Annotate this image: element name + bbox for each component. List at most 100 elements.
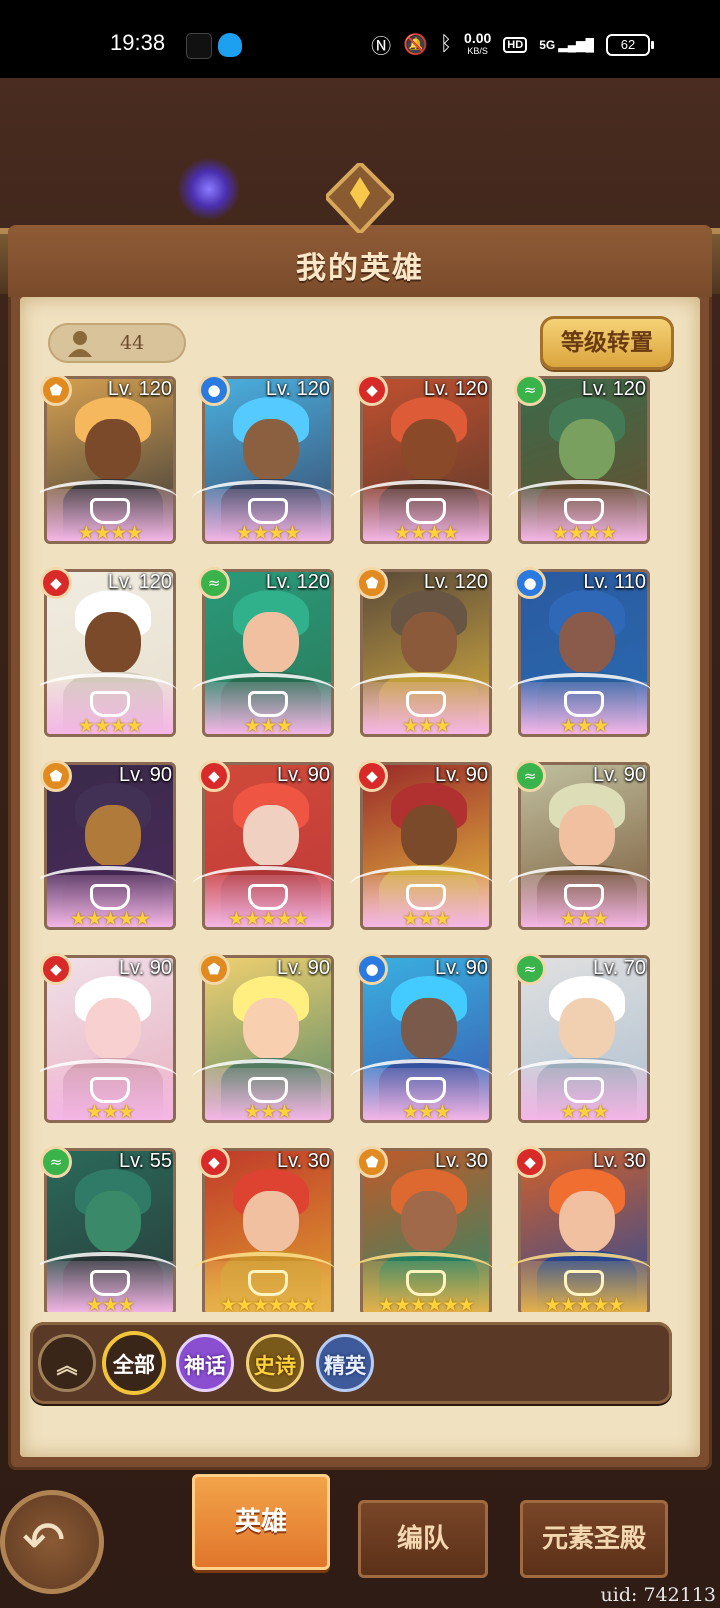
rarity-emblem-icon (564, 1077, 604, 1103)
water-element-icon: ● (514, 567, 546, 599)
rarity-emblem-icon (248, 884, 288, 910)
hero-stars: ★★★★ (551, 522, 617, 544)
hero-stars: ★★★ (559, 1101, 609, 1123)
hero-stars: ★★★★ (77, 522, 143, 544)
hero-stars: ★★★★★ (227, 908, 309, 930)
hero-stars: ★★★ (243, 1101, 293, 1123)
rarity-emblem-icon (90, 1270, 130, 1296)
hero-face (559, 1191, 615, 1253)
hero-level: Lv. 90 (277, 957, 330, 979)
tab-team[interactable]: 编队 (358, 1500, 488, 1578)
hero-card[interactable]: Lv. 90 ⬟ ★★★ (192, 953, 338, 1125)
hero-level: Lv. 120 (107, 378, 172, 400)
wind-element-icon: ≈ (514, 760, 546, 792)
hero-level: Lv. 90 (435, 957, 488, 979)
hero-face (559, 419, 615, 481)
earth-element-icon: ⬟ (198, 953, 230, 985)
hero-count: 44 (48, 323, 186, 363)
hero-level: Lv. 110 (583, 571, 646, 593)
rarity-emblem-icon (406, 1270, 446, 1296)
rarity-emblem-icon (406, 498, 446, 524)
fire-element-icon: ◆ (40, 953, 72, 985)
hero-face (401, 612, 457, 674)
back-button[interactable]: ↶ (0, 1490, 104, 1594)
signal-icon: 5G ▂▄▆█ (539, 37, 594, 52)
rarity-emblem-icon (564, 691, 604, 717)
hero-face (85, 998, 141, 1060)
hero-level: Lv. 120 (265, 571, 330, 593)
hero-level: Lv. 30 (435, 1150, 488, 1172)
earth-element-icon: ⬟ (40, 760, 72, 792)
hero-face (559, 612, 615, 674)
hero-card[interactable]: Lv. 110 ● ★★★ (508, 567, 654, 739)
rarity-emblem-icon (564, 884, 604, 910)
panel-header: 我的英雄 (8, 163, 712, 297)
hero-card[interactable]: Lv. 55 ≈ ★★★ (40, 1146, 180, 1312)
hero-card[interactable]: Lv. 120 ⬟ ★★★ (350, 567, 496, 739)
hero-stars: ★★★★★ (543, 1294, 625, 1312)
hero-card[interactable]: Lv. 90 ⬟ ★★★★★ (40, 760, 180, 932)
status-bar: 19:38 Ⓝ 🔕 ᛒ 0.00 KB/S HD 5G ▂▄▆█ 62 (0, 0, 720, 78)
filter-elite-button[interactable]: 精英 (316, 1334, 374, 1392)
hero-card[interactable]: Lv. 120 ◆ ★★★★ (350, 376, 496, 546)
hero-stars: ★★★ (243, 715, 293, 737)
tiktok-icon (186, 33, 212, 59)
hero-card[interactable]: Lv. 30 ◆ ★★★★★ (508, 1146, 654, 1312)
filter-epic-button[interactable]: 史诗 (246, 1334, 304, 1392)
bluetooth-icon: ᛒ (440, 33, 453, 55)
status-icons: Ⓝ 🔕 ᛒ 0.00 KB/S HD 5G ▂▄▆█ 62 (371, 29, 654, 59)
rarity-emblem-icon (90, 884, 130, 910)
hero-face (85, 612, 141, 674)
hero-stars: ★★★★★ (69, 908, 151, 930)
hero-level: Lv. 70 (593, 957, 646, 979)
filter-all-button[interactable]: 全部 (102, 1331, 166, 1395)
person-icon (68, 331, 92, 357)
mute-icon: 🔕 (403, 34, 429, 56)
hero-card[interactable]: Lv. 120 ≈ ★★★★ (508, 376, 654, 546)
hero-card[interactable]: Lv. 120 ◆ ★★★★ (40, 567, 180, 739)
user-id: uid: 742113 (600, 1584, 716, 1606)
rarity-emblem-icon (248, 1270, 288, 1296)
hero-face (243, 998, 299, 1060)
hero-level: Lv. 55 (119, 1150, 172, 1172)
back-arrow-icon: ↶ (22, 1511, 66, 1571)
hero-level: Lv. 120 (265, 378, 330, 400)
tab-element-shrine[interactable]: 元素圣殿 (520, 1500, 668, 1578)
hero-stars: ★★★ (401, 908, 451, 930)
hero-face (243, 419, 299, 481)
hero-card[interactable]: Lv. 90 ≈ ★★★ (508, 760, 654, 932)
level-transfer-button[interactable]: 等级转置 (540, 316, 674, 370)
hero-card[interactable]: Lv. 90 ◆ ★★★ (40, 953, 180, 1125)
tab-heroes[interactable]: 英雄 (192, 1474, 330, 1570)
hero-level: Lv. 120 (423, 571, 488, 593)
hero-card[interactable]: Lv. 120 ⬟ ★★★★ (40, 376, 180, 546)
filter-mythic-button[interactable]: 神话 (176, 1334, 234, 1392)
earth-element-icon: ⬟ (356, 1146, 388, 1178)
water-element-icon: ● (356, 953, 388, 985)
hero-card[interactable]: Lv. 120 ≈ ★★★ (192, 567, 338, 739)
hero-face (401, 805, 457, 867)
hero-stars: ★★★★ (77, 715, 143, 737)
earth-element-icon: ⬟ (356, 567, 388, 599)
hero-face (401, 998, 457, 1060)
hero-card[interactable]: Lv. 90 ◆ ★★★★★ (192, 760, 338, 932)
rarity-emblem-icon (90, 498, 130, 524)
hero-card[interactable]: Lv. 90 ◆ ★★★ (350, 760, 496, 932)
double-chevron-up-icon[interactable]: ︽ (38, 1334, 96, 1392)
hero-stars: ★★★ (85, 1294, 135, 1312)
wind-element-icon: ≈ (40, 1146, 72, 1178)
hero-card[interactable]: Lv. 30 ◆ ★★★★★★ (192, 1146, 338, 1312)
hero-face (243, 612, 299, 674)
hero-card[interactable]: Lv. 120 ● ★★★★ (192, 376, 338, 546)
wind-element-icon: ≈ (514, 953, 546, 985)
battery-icon: 62 (606, 33, 654, 56)
fire-element-icon: ◆ (198, 1146, 230, 1178)
hero-face (559, 805, 615, 867)
hero-card[interactable]: Lv. 70 ≈ ★★★ (508, 953, 654, 1125)
hero-card[interactable]: Lv. 90 ● ★★★ (350, 953, 496, 1125)
rarity-emblem-icon (406, 884, 446, 910)
network-speed: 0.00 KB/S (464, 29, 492, 56)
hero-level: Lv. 120 (581, 378, 646, 400)
hero-level: Lv. 90 (119, 957, 172, 979)
hero-card[interactable]: Lv. 30 ⬟ ★★★★★★ (350, 1146, 496, 1312)
